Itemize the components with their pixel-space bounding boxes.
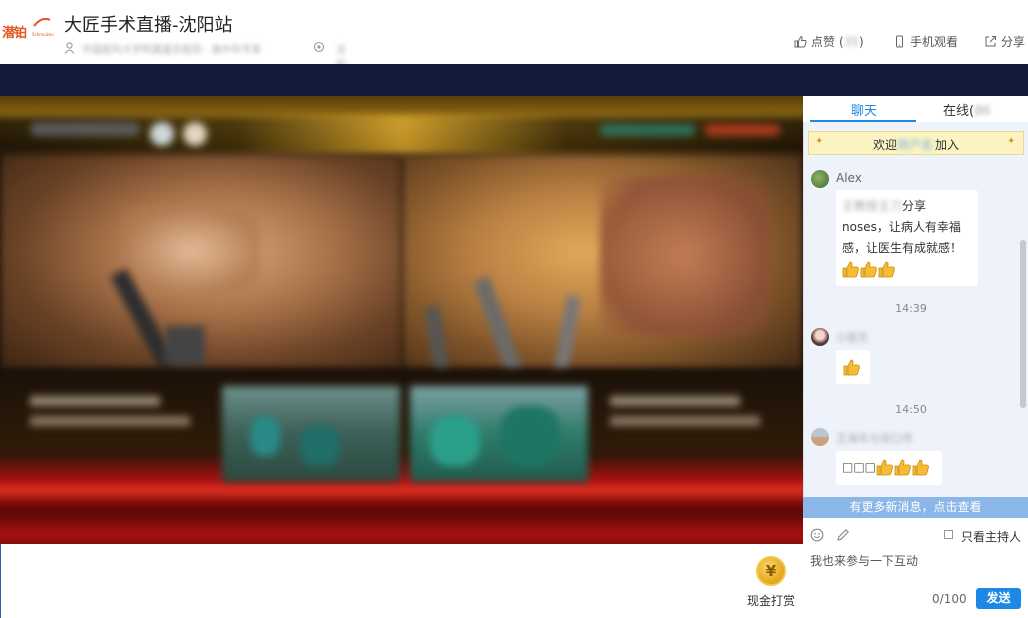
- share-icon: [985, 36, 996, 47]
- char-counter: 0/100: [932, 592, 967, 606]
- active-tab-indicator: [810, 120, 916, 122]
- chat-scrollbar-thumb[interactable]: [1020, 240, 1026, 408]
- new-messages-bar[interactable]: 有更多新消息，点击查看: [803, 497, 1028, 518]
- welcome-user-name: 用户名: [897, 138, 934, 152]
- message-blurred-prefix: 王教授主刀: [842, 199, 903, 213]
- player-footer: [0, 544, 803, 618]
- like-button[interactable]: 点赞 (35): [794, 33, 864, 50]
- share-button[interactable]: 分享: [984, 33, 1025, 50]
- thumbs-up-icon: [894, 459, 911, 476]
- brand-swoosh-icon: [33, 18, 51, 27]
- user-icon: [64, 42, 75, 57]
- chat-message-bubble: 王教授主刀分享noses，让病人有幸福感，让医生有成就感！: [836, 190, 978, 286]
- location-icon: [313, 41, 325, 57]
- welcome-left-icon: ✦: [815, 136, 824, 147]
- welcome-suffix: 加入: [935, 138, 960, 152]
- coin-icon: ¥: [756, 556, 786, 586]
- chat-top-band: [803, 64, 1028, 96]
- mobile-watch-button[interactable]: 手机观看: [893, 33, 958, 50]
- tab-chat[interactable]: 聊天: [851, 100, 877, 119]
- live-video-player[interactable]: [0, 96, 803, 544]
- brand-logo[interactable]: 潜铂 Schmolzen: [2, 18, 56, 48]
- phone-icon: [896, 35, 903, 48]
- chat-tabs: 聊天 在线(86: [803, 96, 1028, 122]
- message-text: □□□: [842, 460, 877, 474]
- welcome-banner: ✦ 欢迎 用户名 加入 ✦: [808, 131, 1024, 155]
- like-label: 点赞: [811, 35, 836, 49]
- host-only-checkbox[interactable]: [944, 530, 953, 539]
- sender-name: 王海东与双口市: [836, 432, 913, 445]
- chat-input[interactable]: 我也来参与一下互动: [810, 552, 1010, 569]
- pen-icon[interactable]: [836, 527, 850, 546]
- brand-logo-text: 潜铂: [2, 26, 27, 41]
- mobile-watch-label: 手机观看: [910, 35, 959, 49]
- emoji-icon[interactable]: [810, 527, 824, 546]
- tab-online[interactable]: 在线(86: [943, 100, 991, 119]
- thumbs-up-icon: [878, 261, 895, 278]
- cash-tip-label: 现金打赏: [746, 594, 795, 608]
- sender-name: Alex: [836, 171, 862, 185]
- message-timestamp: 14:50: [895, 403, 927, 416]
- avatar[interactable]: [811, 170, 829, 188]
- brand-logo-sub: Schmolzen: [32, 32, 54, 37]
- share-label: 分享: [1001, 35, 1026, 49]
- thumbs-up-icon: [876, 459, 893, 476]
- host-name: 中国医科大学附属盛京医院 · 普外科专家: [82, 45, 262, 56]
- message-timestamp: 14:39: [895, 302, 927, 315]
- player-top-band: [0, 64, 803, 96]
- welcome-prefix: 欢迎: [873, 138, 898, 152]
- cash-tip-button[interactable]: ¥ 现金打赏: [745, 556, 797, 612]
- thumbs-up-icon: [843, 359, 860, 376]
- sender-name: 小医生: [836, 331, 869, 344]
- send-button[interactable]: 发送: [976, 588, 1021, 609]
- thumbs-up-icon: [842, 261, 859, 278]
- like-count: 35: [843, 34, 859, 49]
- welcome-right-icon: ✦: [1007, 136, 1016, 147]
- thumbs-up-icon: [860, 261, 877, 278]
- thumbs-up-icon: [794, 35, 807, 48]
- page-title: 大匠手术直播-沈阳站: [64, 15, 233, 36]
- thumbs-up-emoji-row: [842, 259, 896, 280]
- avatar[interactable]: [811, 328, 829, 346]
- thumbs-up-icon: [912, 459, 929, 476]
- tab-online-label: 在线(: [943, 104, 975, 119]
- host-only-label: 只看主持人: [961, 530, 1022, 544]
- online-count: 86: [974, 104, 991, 119]
- chat-message-bubble: [836, 350, 870, 384]
- like-count-wrap: (35): [839, 34, 864, 49]
- chat-message-bubble: □□□: [836, 451, 942, 485]
- avatar[interactable]: [811, 428, 829, 446]
